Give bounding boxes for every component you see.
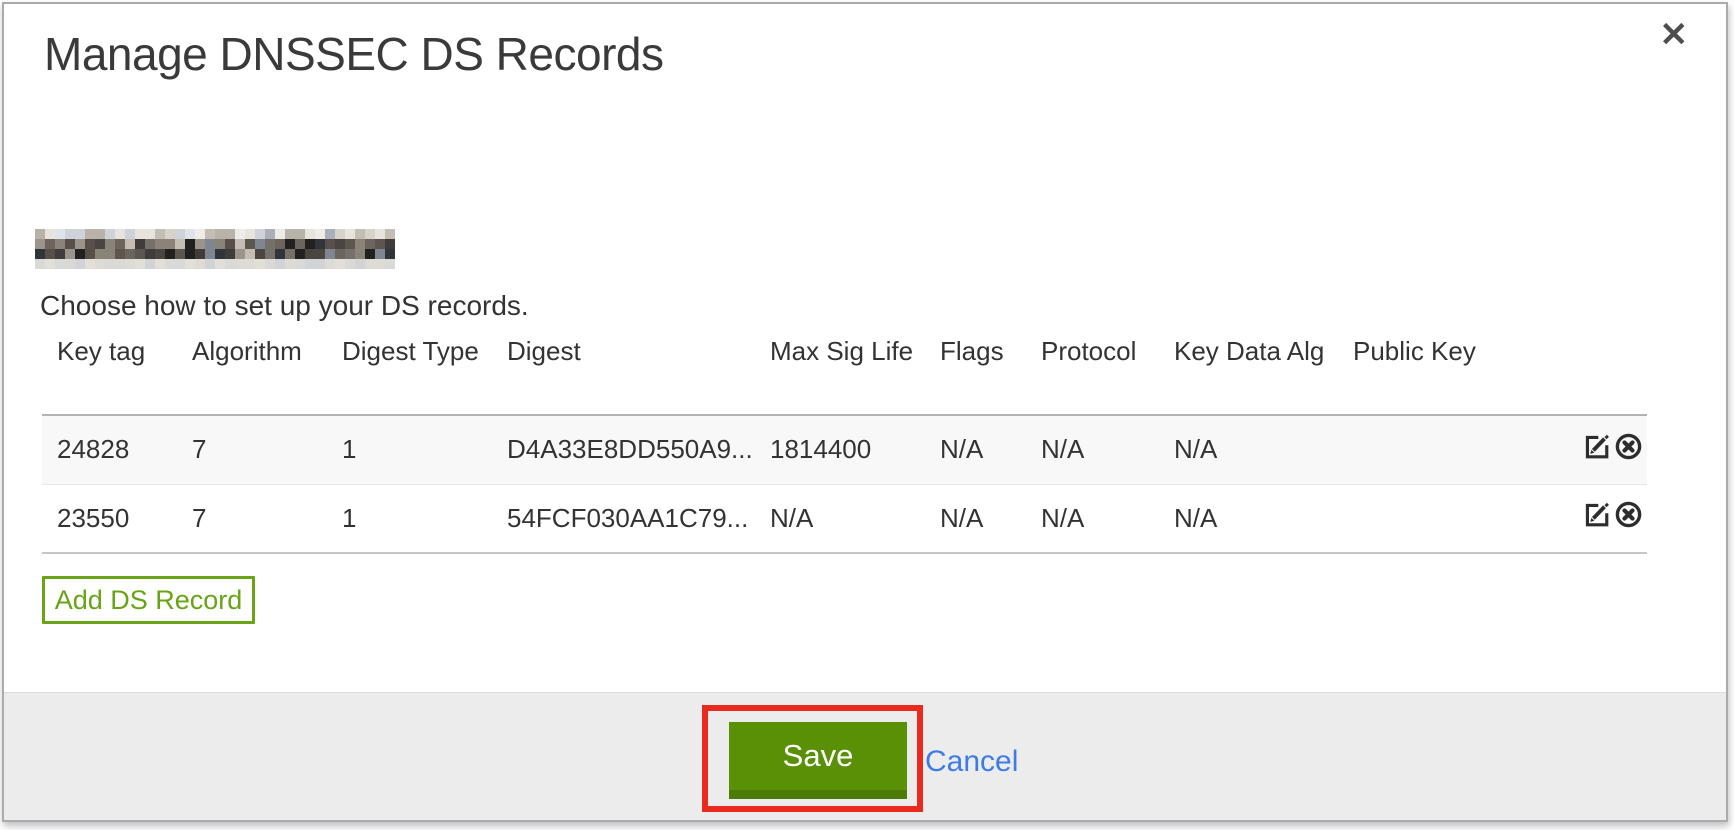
table-row: 2482871D4A33E8DD550A9...1814400N/AN/AN/A xyxy=(42,415,1647,484)
edit-record-button[interactable] xyxy=(1582,500,1611,536)
page-title: Manage DNSSEC DS Records xyxy=(44,28,663,81)
redacted-domain-name xyxy=(35,229,395,269)
column-header-actions xyxy=(1557,330,1647,415)
cell-public-key xyxy=(1353,484,1557,553)
cancel-link[interactable]: Cancel xyxy=(925,745,1018,779)
ds-table-body: 2482871D4A33E8DD550A9...1814400N/AN/AN/A… xyxy=(42,415,1647,553)
cell-flags: N/A xyxy=(940,484,1041,553)
table-row: 235507154FCF030AA1C79...N/AN/AN/AN/A xyxy=(42,484,1647,553)
cell-actions xyxy=(1557,484,1647,553)
edit-icon xyxy=(1582,500,1611,536)
save-button[interactable]: Save xyxy=(729,722,907,799)
cell-protocol: N/A xyxy=(1041,484,1174,553)
edit-icon xyxy=(1582,432,1611,468)
column-header-algorithm: Algorithm xyxy=(192,330,342,415)
column-header-max-sig-life: Max Sig Life xyxy=(770,330,940,415)
circle-x-icon xyxy=(1614,500,1643,536)
dnssec-modal: Manage DNSSEC DS Records ✕ Choose how to… xyxy=(2,2,1728,822)
circle-x-icon xyxy=(1614,432,1643,468)
edit-record-button[interactable] xyxy=(1582,432,1611,468)
cell-algorithm: 7 xyxy=(192,415,342,484)
column-header-key-data-alg: Key Data Alg xyxy=(1174,330,1353,415)
cell-key-tag: 23550 xyxy=(42,484,192,553)
column-header-flags: Flags xyxy=(940,330,1041,415)
cell-flags: N/A xyxy=(940,415,1041,484)
cell-digest: 54FCF030AA1C79... xyxy=(507,484,770,553)
instruction-text: Choose how to set up your DS records. xyxy=(40,290,529,322)
cell-digest-type: 1 xyxy=(342,484,507,553)
column-header-key-tag: Key tag xyxy=(42,330,192,415)
modal-footer: Save Cancel xyxy=(4,692,1726,820)
cell-digest: D4A33E8DD550A9... xyxy=(507,415,770,484)
cell-key-tag: 24828 xyxy=(42,415,192,484)
cell-actions xyxy=(1557,415,1647,484)
column-header-public-key: Public Key xyxy=(1353,330,1557,415)
cell-max-sig-life: 1814400 xyxy=(770,415,940,484)
table-header-row: Key tagAlgorithmDigest TypeDigestMax Sig… xyxy=(42,330,1647,415)
delete-record-button[interactable] xyxy=(1614,500,1643,536)
cell-public-key xyxy=(1353,415,1557,484)
cell-key-data-alg: N/A xyxy=(1174,415,1353,484)
ds-records-table: Key tagAlgorithmDigest TypeDigestMax Sig… xyxy=(42,330,1647,554)
close-icon[interactable]: ✕ xyxy=(1660,18,1689,52)
add-ds-record-button[interactable]: Add DS Record xyxy=(42,576,255,624)
cell-protocol: N/A xyxy=(1041,415,1174,484)
cell-key-data-alg: N/A xyxy=(1174,484,1353,553)
cell-max-sig-life: N/A xyxy=(770,484,940,553)
column-header-digest-type: Digest Type xyxy=(342,330,507,415)
cell-digest-type: 1 xyxy=(342,415,507,484)
column-header-digest: Digest xyxy=(507,330,770,415)
delete-record-button[interactable] xyxy=(1614,432,1643,468)
cell-algorithm: 7 xyxy=(192,484,342,553)
column-header-protocol: Protocol xyxy=(1041,330,1174,415)
